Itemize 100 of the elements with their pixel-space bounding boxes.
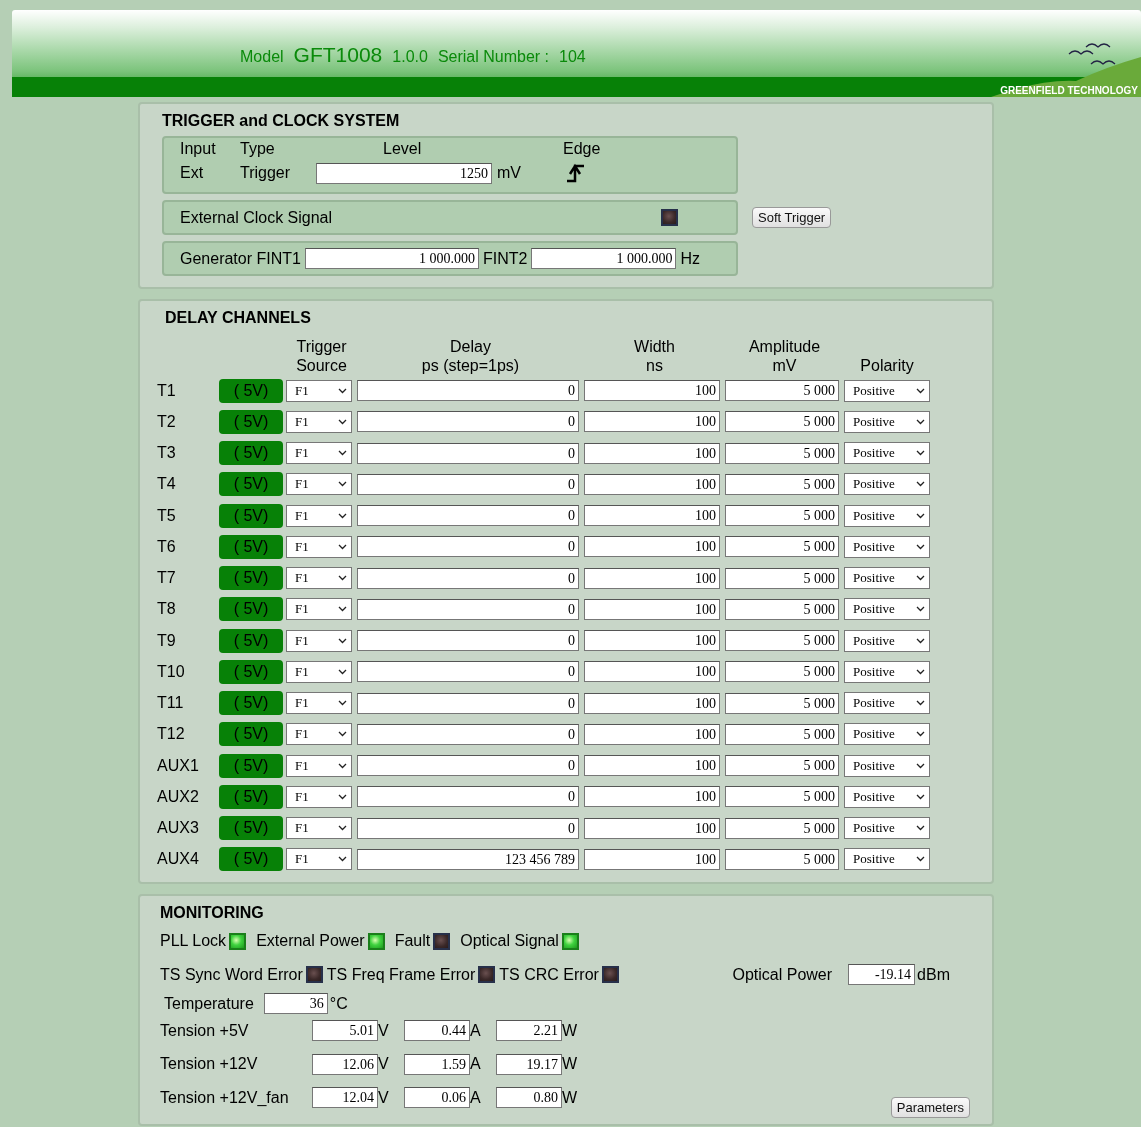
frequency-input-field[interactable]: 1 000.000	[304, 248, 479, 269]
dropdown[interactable]: Positive	[844, 535, 930, 558]
delay-input-field[interactable]: 0	[357, 723, 579, 745]
caret-icon	[338, 668, 347, 675]
width-input-field[interactable]: 100	[584, 848, 720, 870]
dropdown[interactable]: F1	[286, 754, 352, 777]
caret-icon	[338, 731, 347, 738]
dropdown[interactable]: Positive	[844, 754, 930, 777]
amplitude-input-field[interactable]: 5 000	[725, 598, 839, 620]
caret-icon	[916, 543, 925, 550]
dropdown[interactable]: F1	[286, 723, 352, 746]
amplitude-input-field[interactable]: 5 000	[725, 380, 839, 402]
dropdown[interactable]: F1	[286, 848, 352, 871]
dropdown[interactable]: F1	[286, 504, 352, 527]
dropdown[interactable]: Positive	[844, 567, 930, 590]
width-input-field[interactable]: 100	[584, 661, 720, 683]
delay-input-field[interactable]: 0	[357, 692, 579, 714]
width-input-field[interactable]: 100	[584, 723, 720, 745]
dropdown[interactable]: Positive	[844, 473, 930, 496]
dropdown[interactable]: F1	[286, 817, 352, 840]
delay-input-field[interactable]: 0	[357, 536, 579, 558]
parameters-button[interactable]: Parameters	[890, 1097, 970, 1118]
dropdown[interactable]: Positive	[844, 785, 930, 808]
delay-input-field[interactable]: 0	[357, 786, 579, 808]
reading-field: 0.80	[496, 1087, 562, 1109]
channel-name: AUX3	[157, 819, 199, 838]
amplitude-input-field[interactable]: 5 000	[725, 786, 839, 808]
delay-input-field[interactable]: 0	[357, 442, 579, 464]
width-input-field[interactable]: 100	[584, 755, 720, 777]
dropdown[interactable]: F1	[286, 567, 352, 590]
width-input-field[interactable]: 100	[584, 536, 720, 558]
dropdown[interactable]: Positive	[844, 692, 930, 715]
level-input-field[interactable]: 1250	[316, 162, 492, 184]
frequency-input-field[interactable]: 1 000.000	[531, 248, 677, 269]
delay-input-field[interactable]: 123 456 789	[357, 848, 579, 870]
width-input-field[interactable]: 100	[584, 411, 720, 433]
amplitude-input-field[interactable]: 5 000	[725, 692, 839, 714]
delay-input-field[interactable]: 0	[357, 567, 579, 589]
width-input-field[interactable]: 100	[584, 598, 720, 620]
dropdown[interactable]: Positive	[844, 629, 930, 652]
temperature-label: Temperature	[164, 994, 254, 1013]
dropdown[interactable]: F1	[286, 473, 352, 496]
dropdown[interactable]: Positive	[844, 379, 930, 402]
dropdown[interactable]: F1	[286, 660, 352, 683]
amplitude-input-field[interactable]: 5 000	[725, 567, 839, 589]
width-input-field[interactable]: 100	[584, 380, 720, 402]
dropdown[interactable]: Positive	[844, 410, 930, 433]
dropdown[interactable]: Positive	[844, 598, 930, 621]
amplitude-input-field[interactable]: 5 000	[725, 442, 839, 464]
width-input-field[interactable]: 100	[584, 473, 720, 495]
delay-input-field[interactable]: 0	[357, 817, 579, 839]
caret-icon	[338, 606, 347, 613]
dropdown[interactable]: F1	[286, 629, 352, 652]
delay-input-field[interactable]: 0	[357, 473, 579, 495]
width-input-field[interactable]: 100	[584, 692, 720, 714]
amplitude-input-field[interactable]: 5 000	[725, 536, 839, 558]
width-input-field[interactable]: 100	[584, 630, 720, 652]
delay-input-field[interactable]: 0	[357, 598, 579, 620]
amplitude-input-field[interactable]: 5 000	[725, 848, 839, 870]
width-input-field[interactable]: 100	[584, 442, 720, 464]
amplitude-input-field[interactable]: 5 000	[725, 817, 839, 839]
dropdown[interactable]: Positive	[844, 817, 930, 840]
amplitude-input-field[interactable]: 5 000	[725, 723, 839, 745]
channel-name: T3	[157, 444, 176, 463]
dropdown[interactable]: Positive	[844, 504, 930, 527]
channel-name: T4	[157, 475, 176, 494]
width-input-field[interactable]: 100	[584, 505, 720, 527]
dropdown[interactable]: Positive	[844, 442, 930, 465]
delay-input-field[interactable]: 0	[357, 411, 579, 433]
dropdown[interactable]: Positive	[844, 723, 930, 746]
dropdown[interactable]: Positive	[844, 660, 930, 683]
dropdown[interactable]: F1	[286, 785, 352, 808]
dropdown[interactable]: F1	[286, 598, 352, 621]
supply-voltage-badge: ( 5V)	[219, 503, 283, 528]
delay-input-field[interactable]: 0	[357, 755, 579, 777]
amplitude-input-field[interactable]: 5 000	[725, 505, 839, 527]
dropdown[interactable]: F1	[286, 442, 352, 465]
delay-input-field[interactable]: 0	[357, 630, 579, 652]
delay-input-field[interactable]: 0	[357, 505, 579, 527]
amplitude-input-field[interactable]: 5 000	[725, 411, 839, 433]
supply-voltage-badge: ( 5V)	[219, 784, 283, 809]
amplitude-input-field[interactable]: 5 000	[725, 630, 839, 652]
amplitude-input-field[interactable]: 5 000	[725, 473, 839, 495]
dropdown[interactable]: Positive	[844, 848, 930, 871]
error-label: TS Sync Word Error	[160, 965, 303, 984]
rising-edge-icon[interactable]	[566, 162, 586, 184]
dropdown-value: F1	[295, 851, 309, 868]
soft-trigger-button[interactable]: Soft Trigger	[752, 207, 832, 228]
dropdown[interactable]: F1	[286, 535, 352, 558]
width-input-field[interactable]: 100	[584, 786, 720, 808]
delay-input-field[interactable]: 0	[357, 661, 579, 683]
dropdown[interactable]: F1	[286, 692, 352, 715]
dropdown[interactable]: F1	[286, 379, 352, 402]
amplitude-input-field[interactable]: 5 000	[725, 755, 839, 777]
width-input-field[interactable]: 100	[584, 567, 720, 589]
width-input-field[interactable]: 100	[584, 817, 720, 839]
amplitude-input-field[interactable]: 5 000	[725, 661, 839, 683]
dropdown[interactable]: F1	[286, 410, 352, 433]
caret-icon	[916, 387, 925, 394]
delay-input-field[interactable]: 0	[357, 380, 579, 402]
